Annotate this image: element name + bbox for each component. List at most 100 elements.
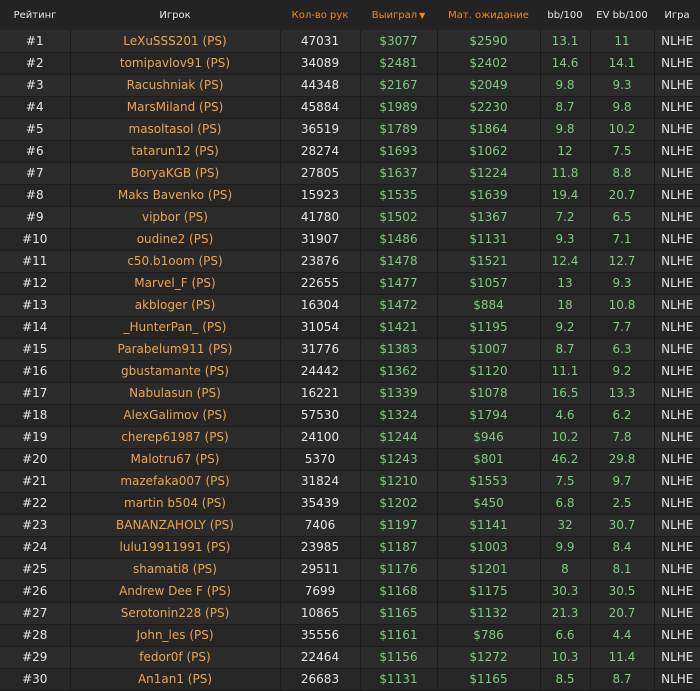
cell-rank: #26 xyxy=(0,580,71,603)
cell-evbb100: 4.4 xyxy=(590,624,655,647)
player-link[interactable]: Nabulasun (PS) xyxy=(70,382,281,405)
cell-bb100: 12.4 xyxy=(540,250,591,273)
cell-rank: #14 xyxy=(0,316,71,339)
table-row: #30 An1an1 (PS) 26683 $1131 $1165 8.5 8.7 NLHE xyxy=(0,668,700,691)
table-row: #21 mazefaka007 (PS) 31824 $1210 $1553 7.5 9.7… xyxy=(0,470,700,493)
cell-won: $1535 xyxy=(360,184,438,207)
cell-rank: #12 xyxy=(0,272,71,295)
cell-game: NLHE xyxy=(654,74,700,97)
header-rank[interactable]: Рейтинг xyxy=(0,0,70,30)
cell-won: $1197 xyxy=(360,514,438,537)
player-link[interactable]: tomipavlov91 (PS) xyxy=(70,52,281,75)
table-row: #19 cherep61987 (PS) 24100 $1244 $946 10.2 7.8… xyxy=(0,426,700,449)
header-hands[interactable]: Кол-во рук xyxy=(280,0,360,30)
player-link[interactable]: shamati8 (PS) xyxy=(70,558,281,581)
cell-rank: #19 xyxy=(0,426,71,449)
cell-won: $1187 xyxy=(360,536,438,559)
player-link[interactable]: mazefaka007 (PS) xyxy=(70,470,281,493)
cell-rank: #5 xyxy=(0,118,71,141)
cell-won: $1156 xyxy=(360,646,438,669)
player-link[interactable]: masoltasol (PS) xyxy=(70,118,281,141)
header-game[interactable]: Игра xyxy=(654,0,700,30)
player-link[interactable]: Serotonin228 (PS) xyxy=(70,602,281,625)
cell-won: $1165 xyxy=(360,602,438,625)
cell-won: $1478 xyxy=(360,250,438,273)
cell-rank: #1 xyxy=(0,30,71,53)
cell-bb100: 6.6 xyxy=(540,624,591,647)
player-link[interactable]: John_les (PS) xyxy=(70,624,281,647)
player-link[interactable]: Andrew Dee F (PS) xyxy=(70,580,281,603)
cell-hands: 57530 xyxy=(280,404,361,427)
header-evbb100[interactable]: EV bb/100 xyxy=(590,0,654,30)
table-row: #27 Serotonin228 (PS) 10865 $1165 $1132 21.3 2… xyxy=(0,602,700,625)
player-link[interactable]: An1an1 (PS) xyxy=(70,668,281,691)
player-link[interactable]: MarsMiland (PS) xyxy=(70,96,281,119)
table-row: #2 tomipavlov91 (PS) 34089 $2481 $2402 14.6 14… xyxy=(0,52,700,75)
cell-ev: $1864 xyxy=(437,118,541,141)
player-link[interactable]: _HunterPan_ (PS) xyxy=(70,316,281,339)
cell-bb100: 8.7 xyxy=(540,96,591,119)
table-row: #6 tatarun12 (PS) 28274 $1693 $1062 12 7.5 NLHE xyxy=(0,140,700,163)
cell-ev: $1062 xyxy=(437,140,541,163)
cell-hands: 35556 xyxy=(280,624,361,647)
player-link[interactable]: BANANZAHOLY (PS) xyxy=(70,514,281,537)
cell-rank: #8 xyxy=(0,184,71,207)
cell-ev: $1272 xyxy=(437,646,541,669)
cell-evbb100: 11 xyxy=(590,30,655,53)
player-link[interactable]: tatarun12 (PS) xyxy=(70,140,281,163)
table-row: #24 lulu19911991 (PS) 23985 $1187 $1003 9.9 8.… xyxy=(0,536,700,559)
cell-game: NLHE xyxy=(654,536,700,559)
cell-ev: $1175 xyxy=(437,580,541,603)
cell-game: NLHE xyxy=(654,360,700,383)
player-link[interactable]: Maks Bavenko (PS) xyxy=(70,184,281,207)
cell-rank: #21 xyxy=(0,470,71,493)
cell-won: $1421 xyxy=(360,316,438,339)
player-link[interactable]: fedor0f (PS) xyxy=(70,646,281,669)
player-link[interactable]: AlexGalimov (PS) xyxy=(70,404,281,427)
player-link[interactable]: BoryaKGB (PS) xyxy=(70,162,281,185)
header-won[interactable]: Выиграл ▼ xyxy=(360,0,437,30)
cell-ev: $946 xyxy=(437,426,541,449)
cell-evbb100: 6.5 xyxy=(590,206,655,229)
player-link[interactable]: cherep61987 (PS) xyxy=(70,426,281,449)
table-row: #11 c50.b1oom (PS) 23876 $1478 $1521 12.4 12.7… xyxy=(0,250,700,273)
cell-game: NLHE xyxy=(654,338,700,361)
player-link[interactable]: vipbor (PS) xyxy=(70,206,281,229)
cell-won: $1244 xyxy=(360,426,438,449)
header-ev[interactable]: Мат. ожидание xyxy=(437,0,540,30)
player-link[interactable]: LeXuSSS201 (PS) xyxy=(70,30,281,53)
player-link[interactable]: Racushniak (PS) xyxy=(70,74,281,97)
player-link[interactable]: martin b504 (PS) xyxy=(70,492,281,515)
cell-rank: #15 xyxy=(0,338,71,361)
cell-won: $1989 xyxy=(360,96,438,119)
header-bb100[interactable]: bb/100 xyxy=(540,0,590,30)
cell-bb100: 7.5 xyxy=(540,470,591,493)
cell-rank: #2 xyxy=(0,52,71,75)
player-link[interactable]: lulu19911991 (PS) xyxy=(70,536,281,559)
player-link[interactable]: Parabelum911 (PS) xyxy=(70,338,281,361)
player-link[interactable]: Malotru67 (PS) xyxy=(70,448,281,471)
cell-ev: $786 xyxy=(437,624,541,647)
cell-rank: #4 xyxy=(0,96,71,119)
cell-hands: 27805 xyxy=(280,162,361,185)
cell-ev: $2402 xyxy=(437,52,541,75)
player-link[interactable]: Marvel_F (PS) xyxy=(70,272,281,295)
player-link[interactable]: akbloger (PS) xyxy=(70,294,281,317)
header-player[interactable]: Игрок xyxy=(70,0,280,30)
cell-ev: $1201 xyxy=(437,558,541,581)
cell-won: $1339 xyxy=(360,382,438,405)
cell-game: NLHE xyxy=(654,624,700,647)
cell-hands: 26683 xyxy=(280,668,361,691)
player-link[interactable]: oudine2 (PS) xyxy=(70,228,281,251)
cell-game: NLHE xyxy=(654,228,700,251)
cell-hands: 31054 xyxy=(280,316,361,339)
cell-ev: $1057 xyxy=(437,272,541,295)
player-link[interactable]: gbustamante (PS) xyxy=(70,360,281,383)
table-row: #10 oudine2 (PS) 31907 $1486 $1131 9.3 7.1 NLHE xyxy=(0,228,700,251)
cell-bb100: 8.7 xyxy=(540,338,591,361)
cell-rank: #27 xyxy=(0,602,71,625)
cell-game: NLHE xyxy=(654,470,700,493)
cell-won: $1243 xyxy=(360,448,438,471)
cell-game: NLHE xyxy=(654,30,700,53)
player-link[interactable]: c50.b1oom (PS) xyxy=(70,250,281,273)
